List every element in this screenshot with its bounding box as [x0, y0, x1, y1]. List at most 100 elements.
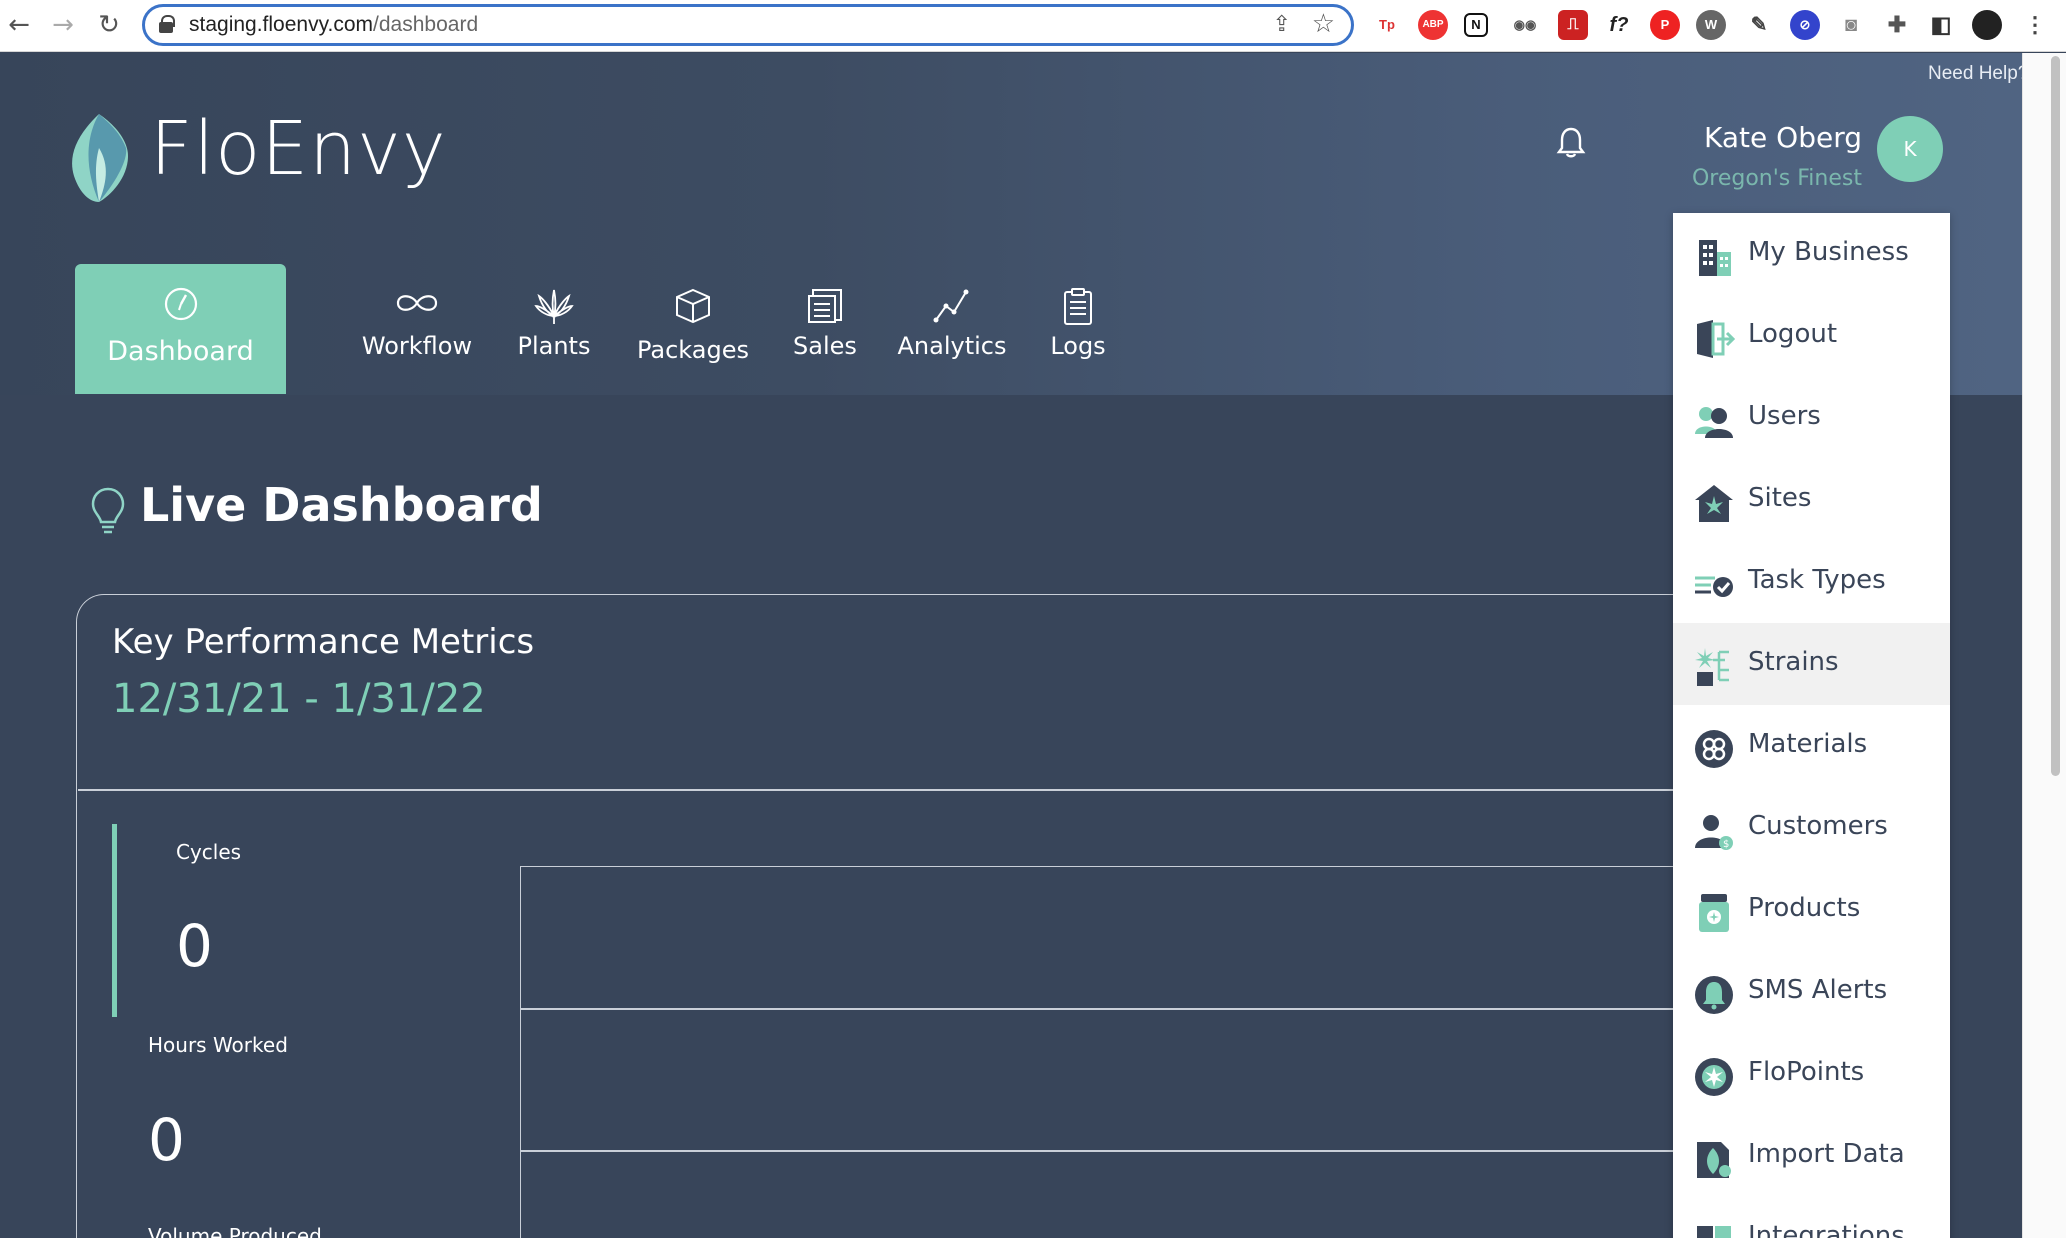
infinity-icon [396, 295, 438, 311]
extension-glasses-icon[interactable]: ◉◉ [1510, 10, 1540, 40]
import-icon [1697, 1142, 1731, 1178]
metric-value-cycles: 0 [176, 912, 213, 980]
extension-font-icon[interactable]: f? [1604, 10, 1634, 40]
dropdown-item-materials[interactable]: Materials [1673, 705, 1950, 787]
dropdown-item-sms-alerts[interactable]: SMS Alerts [1673, 951, 1950, 1033]
user-avatar[interactable]: K [1877, 116, 1943, 182]
building-icon [1699, 240, 1731, 276]
tab-sales[interactable]: Sales [790, 264, 860, 394]
extension-wordpress-icon[interactable]: W [1696, 10, 1726, 40]
extension-adblock-icon[interactable]: ABP [1418, 10, 1448, 40]
chart-grid-row [520, 866, 1680, 1010]
tab-workflow[interactable]: Workflow [352, 264, 482, 394]
extension-camera-icon[interactable]: ◙ [1836, 10, 1866, 40]
dropdown-item-label: Materials [1748, 729, 1868, 759]
bell-alert-icon [1695, 976, 1733, 1014]
dropdown-item-label: SMS Alerts [1748, 975, 1888, 1005]
need-help-link[interactable]: Need Help? [1928, 63, 2028, 85]
page-title: Live Dashboard [140, 478, 543, 532]
dropdown-item-users[interactable]: Users [1673, 377, 1950, 459]
forward-arrow-icon[interactable]: → [48, 10, 78, 40]
address-bar[interactable]: staging.floenvy.com/dashboard ⇪ ☆ [142, 4, 1354, 46]
extension-eyedropper-icon[interactable]: ✎ [1744, 10, 1774, 40]
dropdown-item-my-business[interactable]: My Business [1673, 213, 1950, 295]
tab-label: Dashboard [107, 336, 254, 367]
receipt-icon [808, 289, 842, 323]
user-name[interactable]: Kate Oberg [1696, 121, 1862, 154]
tab-label: Plants [517, 332, 591, 360]
dropdown-item-label: Users [1748, 401, 1821, 431]
extensions-puzzle-icon[interactable]: ✚ [1882, 10, 1912, 40]
dropdown-item-products[interactable]: Products [1673, 869, 1950, 951]
tab-analytics[interactable]: Analytics [896, 264, 1008, 394]
metric-accent-bar [112, 824, 117, 1017]
strain-tree-icon [1695, 648, 1729, 686]
dropdown-item-task-types[interactable]: Task Types [1673, 541, 1950, 623]
tab-label: Logs [1050, 332, 1106, 360]
metric-value-hours-worked: 0 [148, 1106, 185, 1174]
dropdown-item-import-data[interactable]: Import Data [1673, 1115, 1950, 1197]
cannabis-leaf-icon [534, 289, 574, 324]
profile-avatar-icon[interactable] [1972, 10, 2002, 40]
extension-notion-icon[interactable]: N [1464, 13, 1488, 37]
extension-tp-icon[interactable]: Tp [1372, 10, 1402, 40]
lock-icon [159, 15, 175, 33]
kpi-date-range[interactable]: 12/31/21 - 1/31/22 [112, 676, 486, 722]
dropdown-item-label: Import Data [1748, 1139, 1905, 1169]
url-text: staging.floenvy.com/dashboard [189, 13, 479, 36]
dropdown-item-label: My Business [1748, 237, 1909, 267]
customer-icon: $ [1695, 815, 1733, 850]
tab-dashboard[interactable]: Dashboard [75, 264, 286, 394]
task-check-icon [1695, 576, 1733, 597]
metric-label-volume-produced: Volume Produced [148, 1224, 322, 1238]
share-icon[interactable]: ⇪ [1273, 12, 1291, 37]
dropdown-item-logout[interactable]: Logout [1673, 295, 1950, 377]
dropdown-item-label: Strains [1748, 647, 1839, 677]
dropdown-item-label: Sites [1748, 483, 1812, 513]
scrollbar-thumb[interactable] [2051, 56, 2060, 776]
dropdown-item-sites[interactable]: Sites [1673, 459, 1950, 541]
gauge-icon [164, 287, 197, 321]
tab-logs[interactable]: Logs [1046, 264, 1110, 394]
box-icon [676, 288, 710, 324]
dropdown-item-label: Task Types [1748, 565, 1886, 595]
dropdown-item-flopoints[interactable]: FloPoints [1673, 1033, 1950, 1115]
tab-label: Workflow [361, 332, 473, 360]
tab-label: Analytics [897, 332, 1007, 360]
tab-plants[interactable]: Plants [512, 264, 596, 394]
svg-text:$: $ [1723, 839, 1729, 850]
dropdown-item-label: Customers [1748, 811, 1888, 841]
dropdown-item-label: Integrations [1748, 1221, 1905, 1238]
dropdown-item-label: Products [1748, 893, 1861, 923]
sidebar-toggle-icon[interactable]: ◧ [1926, 10, 1956, 40]
dropdown-item-label: FloPoints [1748, 1057, 1865, 1087]
kpi-title: Key Performance Metrics [112, 622, 535, 662]
logo-wordmark[interactable]: FloEnvy [150, 106, 447, 192]
back-arrow-icon[interactable]: ← [4, 10, 34, 40]
tab-label: Packages [637, 336, 749, 364]
dropdown-item-integrations[interactable]: Integrations [1673, 1197, 1950, 1238]
dropdown-item-customers[interactable]: $ Customers [1673, 787, 1950, 869]
logout-door-icon [1697, 320, 1735, 358]
clipboard-icon [1064, 288, 1092, 325]
extension-blocker-icon[interactable]: ⊘ [1790, 10, 1820, 40]
user-organization: Oregon's Finest [1691, 166, 1862, 191]
dropdown-item-label: Logout [1748, 319, 1838, 349]
notification-bell-icon[interactable] [1556, 126, 1586, 158]
metric-label-cycles: Cycles [176, 840, 242, 864]
tab-packages[interactable]: Packages [632, 264, 754, 394]
product-jar-icon [1699, 894, 1729, 932]
line-graph-icon [933, 289, 969, 323]
metric-label-hours-worked: Hours Worked [148, 1033, 288, 1057]
extension-pinterest-icon[interactable]: P [1650, 10, 1680, 40]
floenvy-logo-icon[interactable] [66, 112, 132, 204]
flopoints-icon [1695, 1058, 1733, 1096]
materials-icon [1695, 730, 1733, 768]
kebab-menu-icon[interactable]: ⋮ [2020, 10, 2050, 40]
kpi-divider [78, 789, 1676, 791]
extension-pdf-icon[interactable]: ⎍ [1558, 10, 1588, 40]
lightbulb-icon [91, 487, 125, 534]
dropdown-item-strains[interactable]: Strains [1673, 623, 1950, 705]
bookmark-star-icon[interactable]: ☆ [1312, 9, 1335, 39]
reload-icon[interactable]: ↻ [94, 10, 124, 40]
